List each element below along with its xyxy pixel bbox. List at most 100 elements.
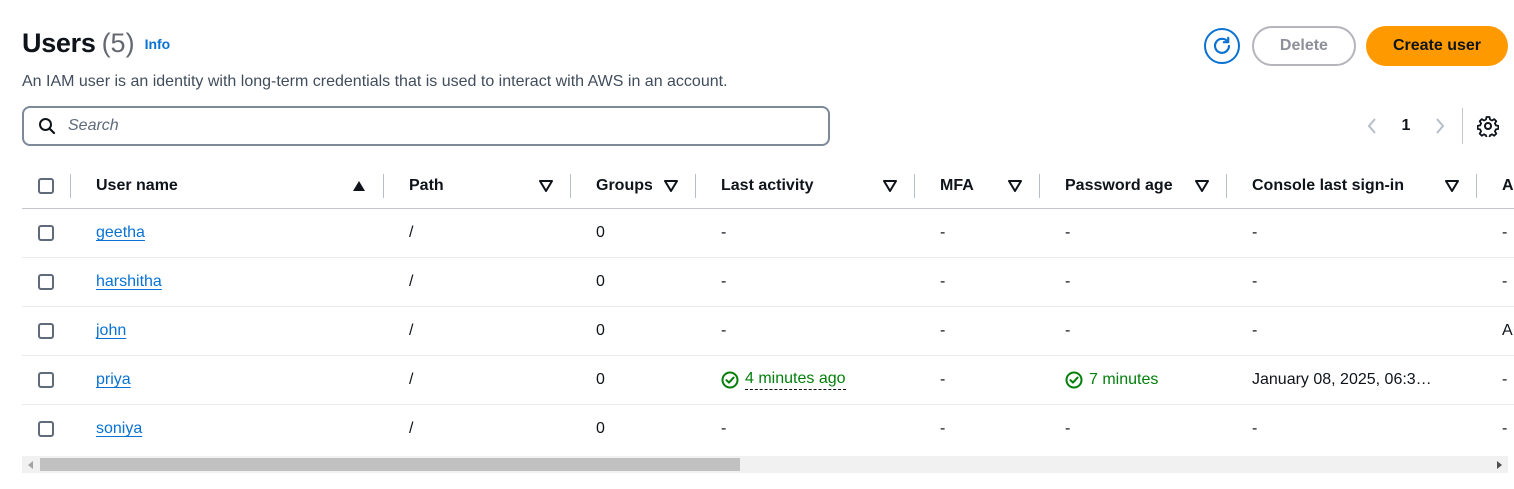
sort-icon[interactable] — [664, 180, 678, 192]
table-row: priya / 0 4 minutes ago - 7 minutes Janu… — [22, 356, 1514, 405]
table-row: harshitha / 0 - - - - - — [22, 258, 1514, 307]
password-age-cell: - — [1065, 273, 1071, 290]
extra-cell: A — [1502, 322, 1513, 339]
extra-cell: - — [1502, 420, 1508, 437]
column-divider — [1476, 174, 1477, 198]
path-cell: / — [409, 371, 414, 388]
row-checkbox[interactable] — [38, 274, 54, 290]
gear-icon — [1477, 116, 1499, 137]
user-name-link[interactable]: priya — [96, 371, 131, 389]
previous-page-button[interactable] — [1360, 117, 1384, 135]
mfa-cell: - — [940, 420, 946, 437]
groups-cell: 0 — [596, 371, 605, 388]
path-cell: / — [409, 322, 414, 339]
users-table: User name Path Groups Last activity MFA … — [22, 163, 1514, 453]
table-row: john / 0 - - - - A — [22, 307, 1514, 356]
user-name-link[interactable]: john — [96, 322, 126, 340]
last-activity-value[interactable]: 4 minutes ago — [745, 370, 846, 390]
scrollbar-thumb[interactable] — [40, 458, 740, 471]
last-activity-cell: - — [721, 322, 727, 339]
password-age-cell: - — [1065, 322, 1071, 339]
console-sign-in-cell: - — [1252, 322, 1258, 339]
column-header-user-name[interactable]: User name — [96, 163, 178, 208]
sort-icon[interactable] — [1445, 180, 1459, 192]
column-divider — [914, 174, 915, 198]
column-divider — [1226, 174, 1227, 198]
row-checkbox[interactable] — [38, 225, 54, 241]
last-activity-cell: - — [721, 224, 727, 241]
column-header-partial[interactable]: A — [1502, 163, 1514, 208]
console-sign-in-cell: - — [1252, 420, 1258, 437]
row-checkbox[interactable] — [38, 421, 54, 437]
caret-right-icon — [1497, 460, 1502, 469]
row-checkbox[interactable] — [38, 372, 54, 388]
pager-divider — [1462, 108, 1463, 144]
last-activity-cell: - — [721, 420, 727, 437]
groups-cell: 0 — [596, 322, 605, 339]
check-circle-icon — [1065, 371, 1083, 389]
sort-icon[interactable] — [539, 180, 553, 192]
column-divider — [1039, 174, 1040, 198]
page-description: An IAM user is an identity with long-ter… — [22, 73, 728, 90]
pagination: 1 — [1360, 108, 1499, 144]
column-header-last-activity[interactable]: Last activity — [721, 163, 813, 208]
path-cell: / — [409, 224, 414, 241]
console-sign-in-cell: - — [1252, 224, 1258, 241]
extra-cell: - — [1502, 224, 1508, 241]
user-name-link[interactable]: geetha — [96, 224, 145, 242]
column-header-groups[interactable]: Groups — [596, 163, 652, 208]
sort-icon[interactable] — [883, 180, 897, 192]
preferences-button[interactable] — [1477, 115, 1499, 137]
extra-cell: - — [1502, 371, 1508, 388]
page-header: Users (5) Info — [22, 28, 170, 59]
column-header-password-age[interactable]: Password age — [1065, 163, 1173, 208]
column-header-path[interactable]: Path — [409, 163, 444, 208]
page-number[interactable]: 1 — [1384, 117, 1428, 135]
page-title: Users — [22, 28, 96, 58]
refresh-button[interactable] — [1203, 28, 1240, 64]
mfa-cell: - — [940, 322, 946, 339]
password-age-cell: - — [1065, 224, 1071, 241]
scroll-right-button[interactable] — [1490, 456, 1508, 473]
mfa-cell: - — [940, 224, 946, 241]
search-icon — [38, 117, 56, 135]
column-divider — [383, 174, 384, 198]
header-actions: Delete Create user — [1203, 26, 1508, 66]
users-count: (5) — [101, 28, 135, 58]
sort-ascending-icon[interactable] — [352, 180, 366, 192]
caret-left-icon — [28, 460, 33, 469]
password-age-status: 7 minutes — [1065, 371, 1158, 389]
info-link[interactable]: Info — [145, 36, 171, 52]
sort-icon[interactable] — [1008, 180, 1022, 192]
password-age-cell: - — [1065, 420, 1071, 437]
last-activity-cell: - — [721, 273, 727, 290]
refresh-icon — [1213, 36, 1231, 54]
path-cell: / — [409, 273, 414, 290]
console-sign-in-cell: January 08, 2025, 06:3… — [1252, 371, 1432, 388]
user-name-link[interactable]: harshitha — [96, 273, 162, 291]
last-activity-status[interactable]: 4 minutes ago — [721, 370, 846, 390]
delete-button[interactable]: Delete — [1251, 26, 1356, 66]
horizontal-scrollbar[interactable] — [22, 456, 1508, 473]
search-box — [22, 106, 830, 146]
user-name-link[interactable]: soniya — [96, 420, 142, 438]
select-all-checkbox[interactable] — [38, 177, 54, 194]
scroll-left-button[interactable] — [22, 456, 40, 473]
column-header-mfa[interactable]: MFA — [940, 163, 974, 208]
table-row: geetha / 0 - - - - - — [22, 209, 1514, 258]
column-header-console-last-sign-in[interactable]: Console last sign-in — [1252, 163, 1404, 208]
table-row: soniya / 0 - - - - - — [22, 405, 1514, 453]
create-user-button[interactable]: Create user — [1365, 26, 1508, 66]
mfa-cell: - — [940, 371, 946, 388]
console-sign-in-cell: - — [1252, 273, 1258, 290]
chevron-right-icon — [1436, 118, 1445, 134]
row-checkbox[interactable] — [38, 323, 54, 339]
next-page-button[interactable] — [1428, 117, 1452, 135]
search-input[interactable] — [66, 116, 770, 136]
path-cell: / — [409, 420, 414, 437]
extra-cell: - — [1502, 273, 1508, 290]
password-age-value: 7 minutes — [1089, 371, 1159, 388]
mfa-cell: - — [940, 273, 946, 290]
sort-icon[interactable] — [1195, 180, 1209, 192]
groups-cell: 0 — [596, 420, 605, 437]
